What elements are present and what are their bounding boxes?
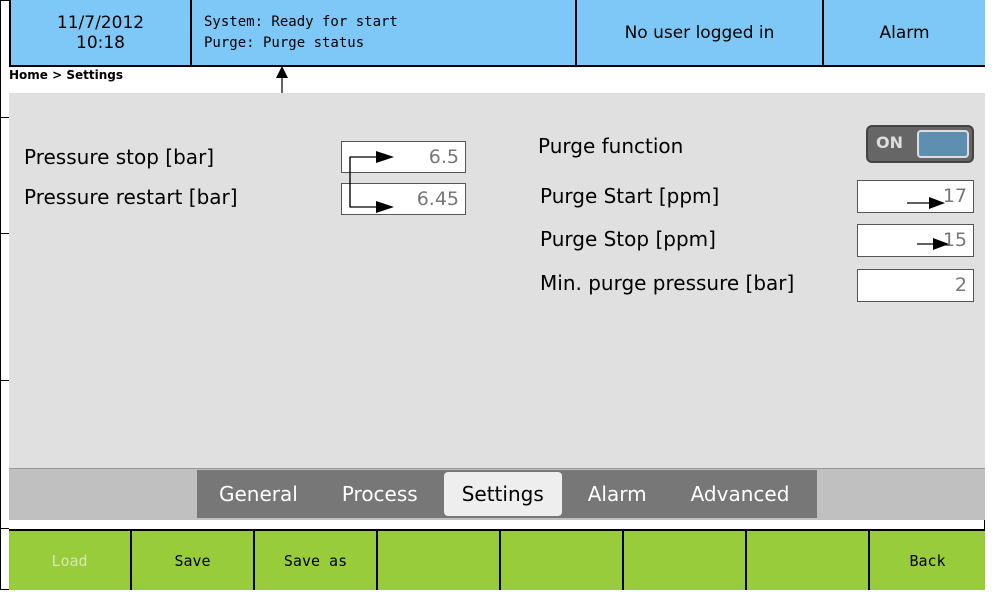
tab-settings[interactable]: Settings <box>443 472 562 516</box>
pressure-stop-label: Pressure stop [bar] <box>24 145 215 169</box>
pressure-restart-label: Pressure restart [bar] <box>24 185 238 209</box>
edge-tick <box>0 380 9 381</box>
purge-stop-field[interactable]: 15 <box>857 224 974 257</box>
tab-general[interactable]: General <box>197 472 320 516</box>
purge-function-label: Purge function <box>538 134 684 158</box>
save-as-button[interactable]: Save as <box>255 531 378 590</box>
edge-tick <box>0 117 9 118</box>
save-button[interactable]: Save <box>132 531 255 590</box>
toggle-knob <box>917 130 969 158</box>
empty-button-4[interactable] <box>378 531 501 590</box>
time-text: 10:18 <box>76 32 125 53</box>
user-status-text: No user logged in <box>624 22 775 43</box>
date-text: 11/7/2012 <box>56 12 145 33</box>
empty-button-7[interactable] <box>747 531 870 590</box>
tab-strip: General Process Settings Alarm Advanced <box>197 470 817 518</box>
footer-toolbar: Load Save Save as Back <box>9 529 985 590</box>
tab-advanced[interactable]: Advanced <box>669 472 812 516</box>
annotation-arrow-right-icon <box>917 238 949 250</box>
back-button[interactable]: Back <box>870 531 985 590</box>
tab-process[interactable]: Process <box>320 472 440 516</box>
breadcrumb: Home > Settings <box>9 67 985 93</box>
edge-tick <box>0 233 9 234</box>
datetime-display: 11/7/2012 10:18 <box>9 0 192 65</box>
link-arrow-icon <box>349 151 394 213</box>
user-login-button[interactable]: No user logged in <box>577 0 824 65</box>
edge-tick <box>0 528 9 529</box>
system-status-text: System: Ready for start <box>204 13 398 30</box>
settings-panel: Pressure stop [bar] 6.5 Pressure restart… <box>9 93 985 468</box>
toggle-on-label: ON <box>876 133 903 152</box>
min-purge-pressure-label: Min. purge pressure [bar] <box>540 271 795 295</box>
tab-bar: General Process Settings Alarm Advanced <box>9 468 985 520</box>
empty-button-5[interactable] <box>501 531 624 590</box>
alarm-button[interactable]: Alarm <box>824 0 985 65</box>
purge-status-text: Purge: Purge status <box>204 34 365 51</box>
load-button[interactable]: Load <box>9 531 132 590</box>
annotation-arrow-right-icon <box>907 197 945 209</box>
empty-button-6[interactable] <box>624 531 747 590</box>
purge-function-toggle[interactable]: ON <box>866 125 974 163</box>
alarm-label: Alarm <box>879 22 930 43</box>
purge-stop-label: Purge Stop [ppm] <box>540 227 716 251</box>
purge-start-label: Purge Start [ppm] <box>540 184 720 208</box>
tab-alarm[interactable]: Alarm <box>566 472 669 516</box>
status-panel: System: Ready for start Purge: Purge sta… <box>192 0 577 65</box>
header-bar: 11/7/2012 10:18 System: Ready for start … <box>9 0 985 67</box>
min-purge-pressure-field[interactable]: 2 <box>857 269 974 302</box>
